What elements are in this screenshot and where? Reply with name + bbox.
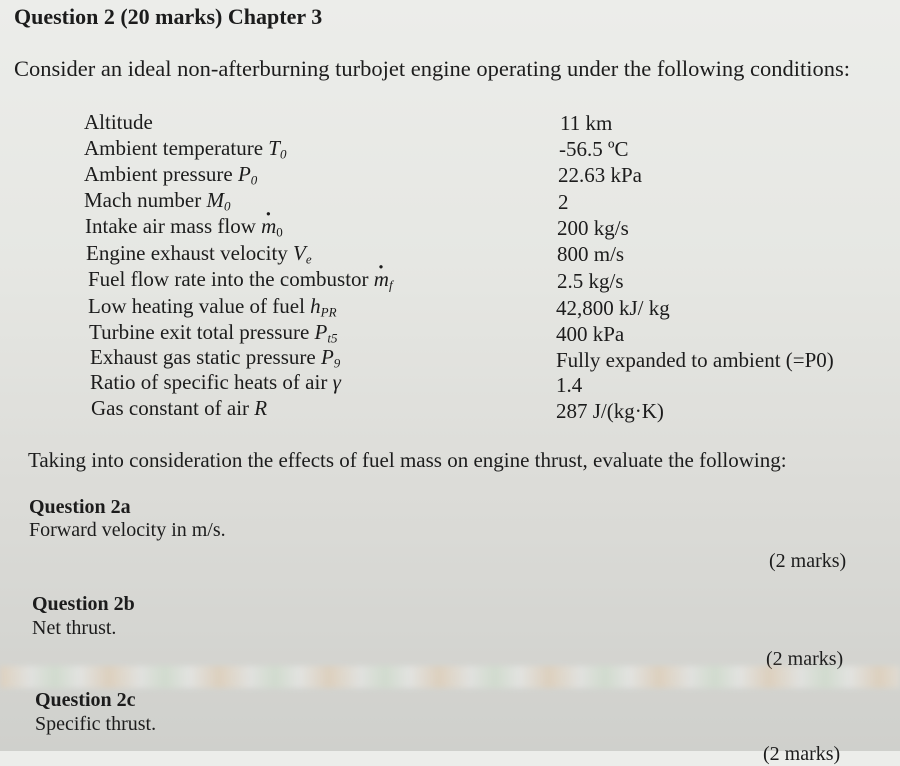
condition-value: 200 kg/s (557, 216, 629, 240)
instruction-text: Taking into consideration the effects of… (28, 448, 787, 472)
condition-label: Gas constant of air R (91, 396, 268, 420)
condition-value: 1.4 (556, 373, 583, 397)
condition-value: 2 (558, 190, 569, 214)
marks-label: (2 marks) (769, 550, 847, 572)
condition-value: 400 kPa (556, 322, 625, 346)
condition-label: Ratio of specific heats of air γ (90, 370, 341, 394)
question-title: Question 2 (20 marks) Chapter 3 (14, 4, 323, 29)
question-text: Specific thrust. (35, 713, 157, 735)
condition-value: 287 J/(kg·K) (556, 399, 664, 423)
condition-value: 11 km (560, 111, 613, 135)
condition-value: -56.5 ºC (559, 137, 629, 161)
condition-label: Altitude (84, 110, 153, 134)
question-text: Net thrust. (32, 617, 117, 639)
condition-value: 800 m/s (557, 242, 625, 266)
exam-page: Question 2 (20 marks) Chapter 3 Consider… (0, 0, 900, 765)
marks-label: (2 marks) (763, 743, 841, 765)
condition-value: 2.5 kg/s (557, 269, 624, 293)
condition-value: 42,800 kJ/ kg (556, 296, 670, 320)
question-heading: Question 2b (32, 593, 135, 615)
question-text: Forward velocity in m/s. (29, 519, 226, 541)
intro-text: Consider an ideal non-afterburning turbo… (14, 56, 851, 81)
screen-glare (0, 666, 900, 688)
condition-value: 22.63 kPa (558, 163, 642, 187)
condition-value: Fully expanded to ambient (=P0) (556, 348, 834, 372)
question-heading: Question 2c (35, 689, 136, 711)
question-heading: Question 2a (29, 496, 131, 518)
